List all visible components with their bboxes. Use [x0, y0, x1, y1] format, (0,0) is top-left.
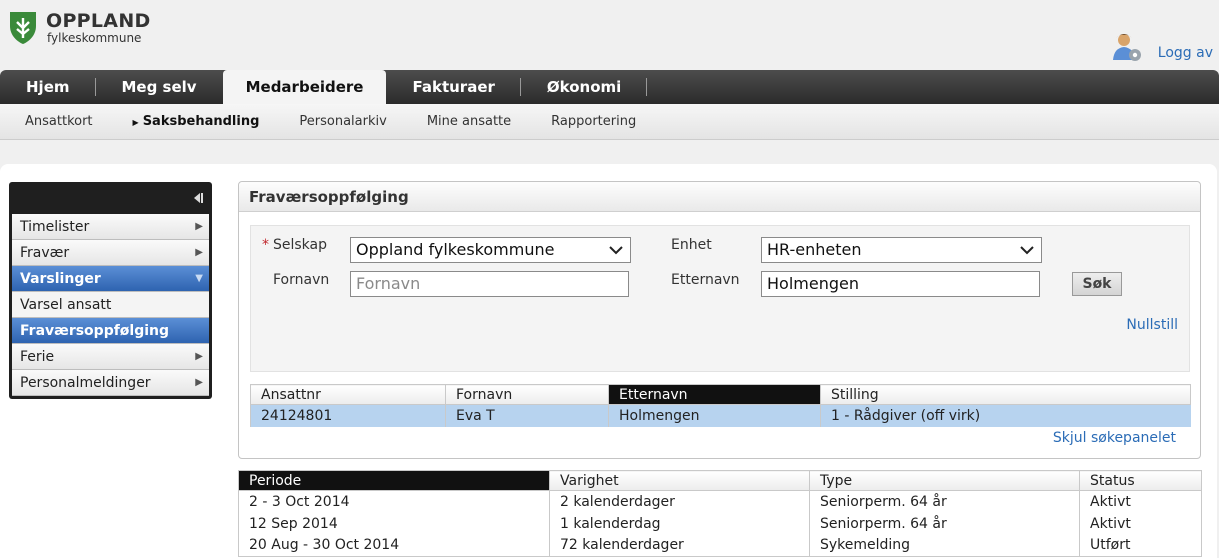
menu-item-personalmeldinger[interactable]: Personalmeldinger ▶	[12, 370, 209, 396]
menu-item-label: Timelister	[20, 219, 90, 235]
menu-item-label: Varsel ansatt	[20, 297, 112, 313]
table-row[interactable]: 2 - 3 Oct 2014 2 kalenderdager Seniorper…	[238, 490, 1202, 513]
chevron-down-icon	[609, 246, 623, 255]
unit-label: Enhet	[671, 237, 712, 253]
chevron-down-icon	[1020, 246, 1034, 255]
cell-status: Utført	[1079, 534, 1202, 557]
menu-item-fravaer[interactable]: Fravær ▶	[12, 240, 209, 266]
chevron-right-icon: ▶	[195, 377, 203, 388]
menu-item-varsel-ansatt[interactable]: Varsel ansatt	[12, 292, 209, 318]
menu-item-label: Fraværsoppfølging	[20, 323, 170, 339]
search-button[interactable]: Søk	[1072, 272, 1122, 296]
cell-periode: 20 Aug - 30 Oct 2014	[238, 534, 550, 557]
tab-okonomi[interactable]: Økonomi	[521, 70, 648, 104]
chevron-down-icon: ▼	[195, 273, 203, 284]
left-menu-header	[12, 182, 209, 214]
menu-item-varslinger[interactable]: Varslinger ▼	[12, 266, 209, 292]
subnav-saksbehandling[interactable]: ▶ Saksbehandling	[113, 114, 280, 129]
company-select-value: Oppland fylkeskommune	[356, 240, 555, 259]
reset-link[interactable]: Nullstill	[1126, 317, 1178, 333]
shield-logo-icon	[10, 12, 36, 44]
logout-link[interactable]: Logg av	[1158, 45, 1213, 61]
subnav-mine-ansatte[interactable]: Mine ansatte	[407, 114, 531, 129]
firstname-input[interactable]: Fornavn	[350, 271, 629, 297]
user-area: Logg av	[1110, 30, 1219, 64]
employee-result-table: Ansattnr Fornavn Etternavn Stilling 2412…	[250, 384, 1191, 427]
company-label: * Selskap	[262, 237, 327, 253]
column-header-varighet[interactable]: Varighet	[549, 470, 810, 491]
lastname-input[interactable]: Holmengen	[761, 271, 1040, 297]
org-logo[interactable]: OPPLAND fylkeskommune	[8, 10, 151, 46]
menu-item-label: Fravær	[20, 245, 70, 261]
cell-ansattnr: 24124801	[250, 404, 446, 427]
menu-item-label: Personalmeldinger	[20, 375, 151, 391]
table-row[interactable]: 24124801 Eva T Holmengen 1 - Rådgiver (o…	[250, 404, 1191, 427]
subnav-rapportering[interactable]: Rapportering	[531, 114, 656, 129]
chevron-right-icon: ▶	[195, 247, 203, 258]
table-row[interactable]: 20 Aug - 30 Oct 2014 72 kalenderdager Sy…	[238, 534, 1202, 557]
left-menu: Timelister ▶ Fravær ▶ Varslinger ▼ Varsel a…	[9, 182, 212, 399]
chevron-right-icon: ▶	[195, 351, 203, 362]
org-name: OPPLAND	[46, 10, 151, 32]
cell-varighet: 2 kalenderdager	[549, 490, 810, 513]
hide-search-panel-link[interactable]: Skjul søkepanelet	[1053, 430, 1176, 446]
cell-status: Aktivt	[1079, 512, 1202, 535]
menu-item-ferie[interactable]: Ferie ▶	[12, 344, 209, 370]
collapse-menu-icon[interactable]	[191, 191, 205, 205]
column-header-etternavn[interactable]: Etternavn	[608, 384, 821, 405]
subnav-saksbehandling-label: Saksbehandling	[142, 114, 260, 129]
firstname-label: Fornavn	[273, 272, 330, 288]
org-sub: fylkeskommune	[47, 31, 142, 45]
unit-select[interactable]: HR-enheten	[761, 237, 1042, 263]
user-settings-icon[interactable]	[1110, 30, 1144, 64]
absence-table: Periode Varighet Type Status 2 - 3 Oct 2…	[238, 470, 1202, 557]
top-nav: Hjem Meg selv Medarbeidere Fakturaer Øko…	[0, 70, 1219, 104]
unit-select-value: HR-enheten	[767, 240, 862, 259]
menu-item-label: Ferie	[20, 349, 55, 365]
cell-status: Aktivt	[1079, 490, 1202, 513]
column-header-periode[interactable]: Periode	[238, 470, 550, 491]
cell-type: Seniorperm. 64 år	[809, 490, 1080, 513]
menu-item-timelister[interactable]: Timelister ▶	[12, 214, 209, 240]
cell-type: Seniorperm. 64 år	[809, 512, 1080, 535]
sub-nav: Ansattkort ▶ Saksbehandling Personalarkiv…	[0, 104, 1219, 140]
company-select[interactable]: Oppland fylkeskommune	[350, 237, 631, 263]
column-header-type[interactable]: Type	[809, 470, 1080, 491]
cell-periode: 2 - 3 Oct 2014	[238, 490, 550, 513]
cell-periode: 12 Sep 2014	[238, 512, 550, 535]
company-label-text: Selskap	[273, 237, 328, 253]
caret-right-icon: ▶	[132, 118, 139, 127]
column-header-stilling[interactable]: Stilling	[820, 384, 1191, 405]
lastname-label: Etternavn	[671, 272, 740, 288]
tab-medarbeidere[interactable]: Medarbeidere	[222, 70, 387, 104]
menu-item-label: Varslinger	[20, 271, 101, 287]
column-header-status[interactable]: Status	[1079, 470, 1202, 491]
cell-type: Sykemelding	[809, 534, 1080, 557]
tab-meg-selv[interactable]: Meg selv	[96, 70, 223, 104]
search-form: * Selskap Oppland fylkeskommune Enhet HR-…	[250, 225, 1190, 372]
table-header-row: Periode Varighet Type Status	[238, 470, 1202, 491]
panel-title: Fraværsoppfølging	[239, 182, 1200, 212]
cell-fornavn: Eva T	[445, 404, 609, 427]
column-header-ansattnr[interactable]: Ansattnr	[250, 384, 446, 405]
tab-hjem[interactable]: Hjem	[0, 70, 96, 104]
subnav-ansattkort[interactable]: Ansattkort	[0, 114, 113, 129]
tab-fakturaer[interactable]: Fakturaer	[386, 70, 522, 104]
required-marker: *	[262, 237, 269, 253]
table-row[interactable]: 12 Sep 2014 1 kalenderdag Seniorperm. 64…	[238, 512, 1202, 535]
cell-varighet: 1 kalenderdag	[549, 512, 810, 535]
chevron-right-icon: ▶	[195, 221, 203, 232]
cell-etternavn: Holmengen	[608, 404, 821, 427]
search-panel: Fraværsoppfølging * Selskap Oppland fylke…	[238, 181, 1201, 459]
cell-stilling: 1 - Rådgiver (off virk)	[820, 404, 1191, 427]
cell-varighet: 72 kalenderdager	[549, 534, 810, 557]
menu-item-fravaersoppfolging[interactable]: Fraværsoppfølging	[12, 318, 209, 344]
column-header-fornavn[interactable]: Fornavn	[445, 384, 609, 405]
subnav-personalarkiv[interactable]: Personalarkiv	[279, 114, 406, 129]
table-header-row: Ansattnr Fornavn Etternavn Stilling	[250, 384, 1191, 405]
